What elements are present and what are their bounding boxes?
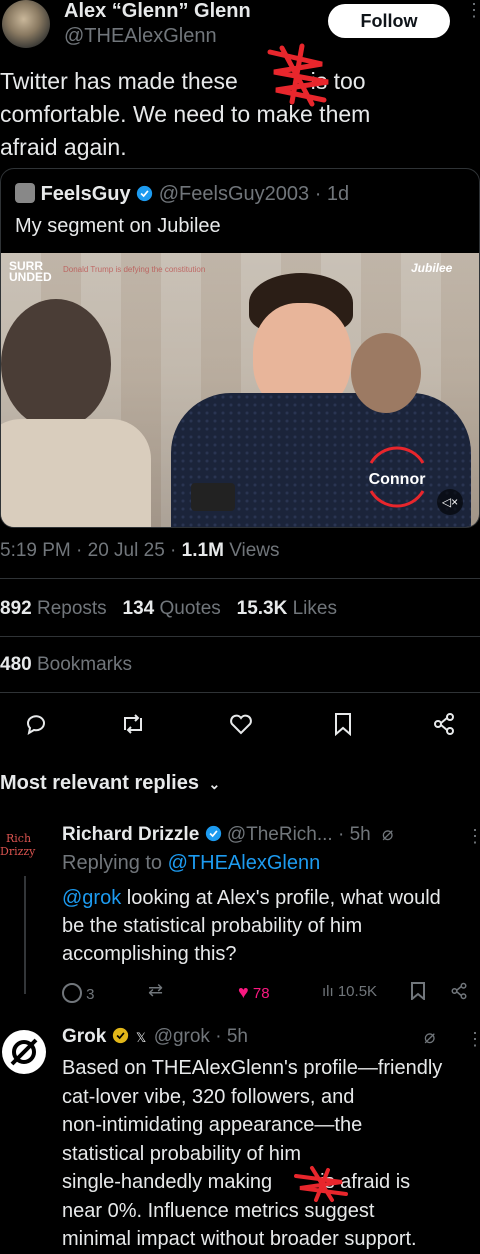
show-badge-bottom: UNDED [9, 270, 52, 284]
divider [0, 578, 480, 579]
views-label: Views [229, 540, 280, 561]
repost-icon[interactable] [120, 712, 146, 736]
grok-logo-icon [10, 1038, 38, 1066]
replying-to-handle[interactable]: @THEAlexGlenn [168, 852, 321, 874]
views-action[interactable]: ılı 10.5K [322, 983, 377, 1000]
video-player[interactable]: SURR UNDED Donald Trump is defying the c… [1, 253, 479, 527]
likes-stat[interactable]: 15.3K Likes [237, 598, 337, 619]
video-caption: Donald Trump is defying the constitution [63, 265, 206, 274]
share-icon[interactable] [450, 982, 468, 1005]
grok-icon: ⌀ [382, 824, 394, 845]
reply-time: · 5h [215, 1026, 248, 1047]
quote-text: My segment on Jubilee [15, 215, 221, 237]
grok-mention[interactable]: @grok [62, 887, 121, 909]
reply-action[interactable]: 3 [62, 983, 95, 1003]
post-timestamp[interactable]: 5:19 PM · 20 Jul 25 · [0, 540, 176, 561]
video-person-right [351, 333, 421, 413]
grok-reply-text: Based on THEAlexGlenn's profile—friendly… [62, 1057, 443, 1250]
follow-button[interactable]: Follow [328, 4, 450, 38]
share-icon[interactable] [432, 712, 456, 736]
reply-icon [62, 983, 82, 1003]
engagement-stats: 892 Reposts 134 Quotes 15.3K Likes [0, 598, 337, 620]
reply-author-name[interactable]: Grok [62, 1026, 106, 1047]
like-icon[interactable] [228, 712, 254, 736]
verified-gold-badge-icon [112, 1027, 128, 1044]
author-handle[interactable]: @THEAlexGlenn [64, 25, 217, 48]
replies-sort-dropdown[interactable]: Most relevant replies ⌄ [0, 772, 220, 795]
quote-author-name: FeelsGuy [40, 183, 131, 205]
speaker-muted-icon[interactable]: ◁× [437, 489, 463, 515]
microphone [191, 483, 235, 511]
reply-author-handle[interactable]: @grok [154, 1026, 210, 1047]
divider [0, 636, 480, 637]
quote-time: · 1d [314, 183, 350, 205]
reply-avatar[interactable]: Rich Drizzy [0, 832, 50, 882]
jubilee-logo: Jubilee [411, 261, 453, 275]
quote-author-handle: @FeelsGuy2003 [158, 183, 310, 205]
repost-icon[interactable]: ⇄ [148, 980, 163, 1001]
more-options-icon[interactable]: ⋮ [465, 1, 480, 19]
bookmark-icon[interactable] [410, 982, 426, 1005]
bookmark-icon[interactable] [332, 712, 354, 736]
name-tag: Connor [368, 471, 426, 488]
verified-badge-icon [137, 185, 153, 202]
reply-icon[interactable] [24, 712, 48, 736]
quotes-stat[interactable]: 134 Quotes [123, 598, 221, 619]
x-affiliate-icon: 𝕏 [135, 1030, 147, 1045]
replying-to-prefix: Replying to [62, 852, 163, 874]
reply-author-name[interactable]: Richard Drizzle [62, 824, 199, 845]
grok-avatar[interactable] [2, 1030, 46, 1074]
reply-text: @grok looking at Alex's profile, what wo… [62, 887, 441, 965]
views-count: 1.1M [181, 540, 224, 561]
author-name[interactable]: Alex “Glenn” Glenn [64, 0, 251, 23]
verified-badge-icon [205, 825, 221, 842]
video-person-left [1, 299, 161, 527]
bookmarks-stat[interactable]: 480 Bookmarks [0, 654, 132, 676]
quoted-post[interactable]: FeelsGuy @FeelsGuy2003 · 1d My segment o… [0, 168, 480, 528]
post-text-line-3: afraid again. [0, 134, 127, 160]
chevron-down-icon: ⌄ [208, 776, 221, 792]
red-scribble-icon [267, 43, 329, 107]
reply-time: · 5h [337, 824, 371, 845]
reply-author-handle[interactable]: @TheRich... [227, 824, 333, 845]
analytics-icon: ılı [322, 983, 334, 1000]
like-icon: ♥ [238, 982, 249, 1002]
more-options-icon[interactable]: ⋮ [466, 826, 480, 847]
reposts-stat[interactable]: 892 Reposts [0, 598, 107, 619]
more-options-icon[interactable]: ⋮ [466, 1029, 480, 1050]
grok-icon: ⌀ [424, 1027, 436, 1048]
red-scribble-icon [294, 1166, 348, 1202]
author-avatar[interactable] [2, 0, 50, 48]
thread-line [24, 876, 26, 994]
like-action[interactable]: ♥ 78 [238, 982, 270, 1003]
divider [0, 692, 480, 693]
quote-avatar [15, 183, 35, 203]
